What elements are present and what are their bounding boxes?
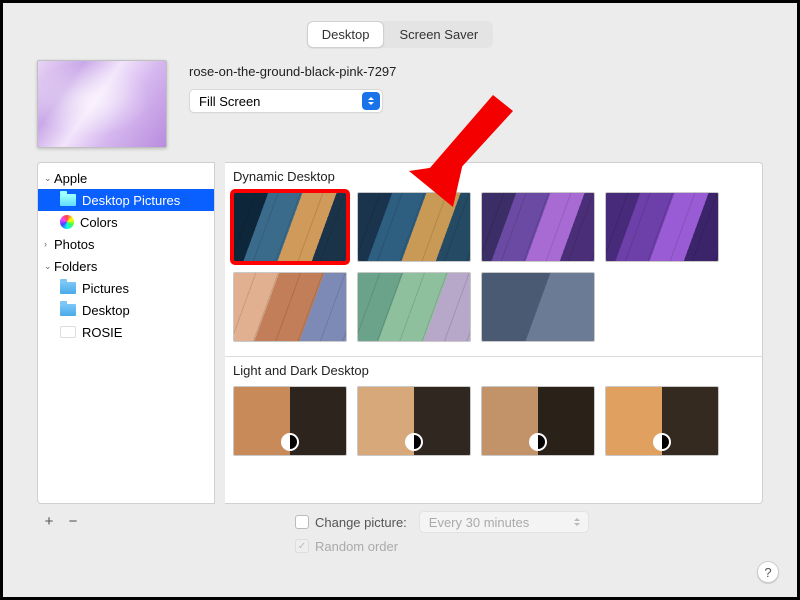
current-wallpaper-preview [37,60,167,148]
current-wallpaper-row: rose-on-the-ground-black-pink-7297 Fill … [3,48,797,154]
sidebar-group-apple[interactable]: ⌄ Apple [38,167,214,189]
wallpaper-thumb[interactable] [481,272,595,342]
wallpaper-thumb[interactable] [357,386,471,456]
main-area: ⌄ Apple Desktop Pictures Colors › Photos… [3,154,797,504]
sidebar-label: Desktop Pictures [82,193,180,208]
wallpaper-thumb[interactable] [481,192,595,262]
sidebar-item-desktop-pictures[interactable]: Desktop Pictures [38,189,214,211]
remove-folder-button[interactable]: − [61,510,85,532]
wallpaper-thumb[interactable] [605,192,719,262]
sidebar-label: Pictures [82,281,129,296]
wallpaper-thumb[interactable] [357,192,471,262]
help-button[interactable]: ? [757,561,779,583]
updown-arrows-icon [362,92,380,110]
wallpaper-thumb[interactable] [233,192,347,262]
wallpaper-thumb[interactable] [605,386,719,456]
sidebar-group-folders[interactable]: ⌄ Folders [38,255,214,277]
random-order-label: Random order [315,539,398,554]
wallpaper-thumb[interactable] [233,272,347,342]
chevron-down-icon: ⌄ [44,261,54,272]
desktop-prefs-window: Desktop Screen Saver rose-on-the-ground-… [0,0,800,600]
sidebar-label: Colors [80,215,118,230]
dynamic-grid [225,188,762,356]
change-picture-controls: Change picture: Every 30 minutes Random … [295,510,589,558]
wallpaper-thumb[interactable] [357,272,471,342]
folder-icon [60,326,76,338]
chevron-down-icon: ⌄ [44,173,54,184]
light-dark-icon [281,433,299,451]
fit-mode-value: Fill Screen [199,94,260,109]
add-folder-button[interactable]: + [37,510,61,532]
wallpaper-grid-pane[interactable]: Dynamic Desktop Light and Dark Desktop [225,162,763,504]
sidebar-item-desktop-folder[interactable]: Desktop [38,299,214,321]
add-remove-group: + − [37,510,85,532]
sidebar-group-photos[interactable]: › Photos [38,233,214,255]
tab-bar: Desktop Screen Saver [3,3,797,48]
section-dynamic-desktop: Dynamic Desktop [225,163,762,188]
updown-arrows-icon [570,515,584,529]
bottom-bar: + − Change picture: Every 30 minutes Ran… [3,504,797,558]
source-sidebar[interactable]: ⌄ Apple Desktop Pictures Colors › Photos… [37,162,215,504]
folder-icon [60,304,76,316]
lightdark-grid [225,382,762,470]
random-order-checkbox [295,539,309,553]
change-picture-row: Change picture: Every 30 minutes [295,510,589,534]
color-wheel-icon [60,215,74,229]
current-wallpaper-name: rose-on-the-ground-black-pink-7297 [189,64,763,79]
tab-screen-saver[interactable]: Screen Saver [384,21,493,48]
sidebar-item-rosie[interactable]: ROSIE [38,321,214,343]
tab-desktop[interactable]: Desktop [307,21,385,48]
light-dark-icon [405,433,423,451]
current-wallpaper-info: rose-on-the-ground-black-pink-7297 Fill … [189,60,763,113]
sidebar-label: Folders [54,259,97,274]
wallpaper-thumb[interactable] [481,386,595,456]
random-order-row: Random order [295,534,589,558]
sidebar-label: Apple [54,171,87,186]
sidebar-label: Photos [54,237,94,252]
change-picture-checkbox[interactable] [295,515,309,529]
sidebar-label: Desktop [82,303,130,318]
sidebar-item-pictures[interactable]: Pictures [38,277,214,299]
change-picture-label: Change picture: [315,515,407,530]
sidebar-item-colors[interactable]: Colors [38,211,214,233]
tab-group: Desktop Screen Saver [307,21,493,48]
light-dark-icon [529,433,547,451]
light-dark-icon [653,433,671,451]
chevron-right-icon: › [44,239,54,249]
sidebar-label: ROSIE [82,325,122,340]
interval-dropdown[interactable]: Every 30 minutes [419,511,589,533]
fit-mode-dropdown[interactable]: Fill Screen [189,89,383,113]
section-light-dark-desktop: Light and Dark Desktop [225,357,762,382]
interval-value: Every 30 minutes [429,515,529,530]
folder-icon [60,194,76,206]
wallpaper-thumb[interactable] [233,386,347,456]
folder-icon [60,282,76,294]
